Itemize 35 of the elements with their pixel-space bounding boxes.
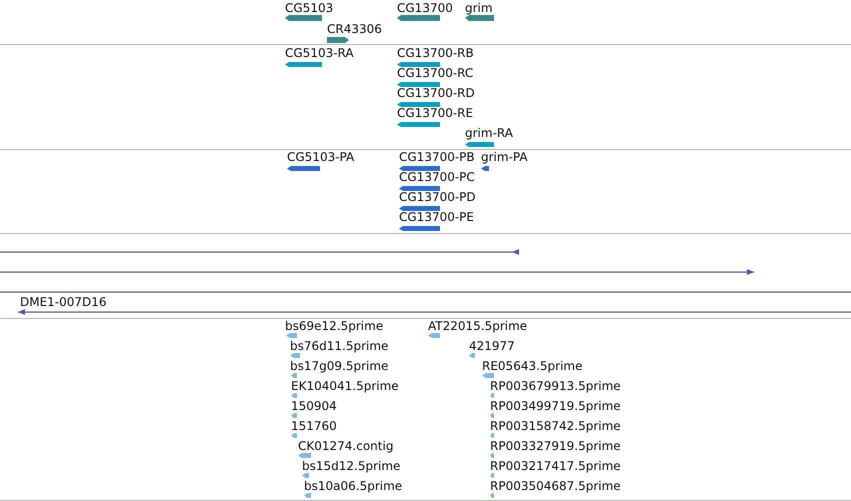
feature-label: CG13700-PC [399,170,475,184]
feature-label: bs69e12.5prime [285,319,384,333]
feature-label: EK104041.5prime [291,379,399,393]
feature-label: RP003504687.5prime [490,479,621,493]
feature-label: RP003327919.5prime [490,439,621,453]
feature-label: bs15d12.5prime [302,459,400,473]
feature-label: CK01274.contig [298,439,394,453]
feature-label: CR43306 [327,22,382,36]
feature-label: RP003217417.5prime [490,459,621,473]
feature-label: bs17g09.5prime [290,359,388,373]
feature-label: CG13700-PE [399,210,474,224]
feature-label: 150904 [291,399,337,413]
feature-label: RP003679913.5prime [490,379,621,393]
feature-label: CG13700-RB [397,46,474,60]
feature-label: bs76d11.5prime [290,339,388,353]
feature-label: CG5103 [285,1,334,15]
feature-label: grim-PA [481,150,528,164]
feature-label: RP003499719.5prime [490,399,621,413]
feature-label: CG13700-RE [397,106,474,120]
feature-label: bs10a06.5prime [304,479,402,493]
feature-label: 421977 [469,339,515,353]
feature-label: DME1-007D16 [20,295,107,309]
feature-label: grim-RA [465,126,513,140]
feature-label: RP003158742.5prime [490,419,621,433]
feature-label: CG13700-RC [397,66,474,80]
feature-label: CG13700-RD [397,86,475,100]
feature-label: CG5103-RA [285,46,354,60]
feature-label: CG13700-PB [399,150,475,164]
feature-label: RE05643.5prime [482,359,582,373]
feature-label: CG13700 [397,1,453,15]
feature-label: grim [465,1,493,15]
feature-label: AT22015.5prime [428,319,528,333]
feature-label: 151760 [291,419,337,433]
feature-label: CG13700-PD [399,190,476,204]
feature-label: CG5103-PA [287,150,354,164]
